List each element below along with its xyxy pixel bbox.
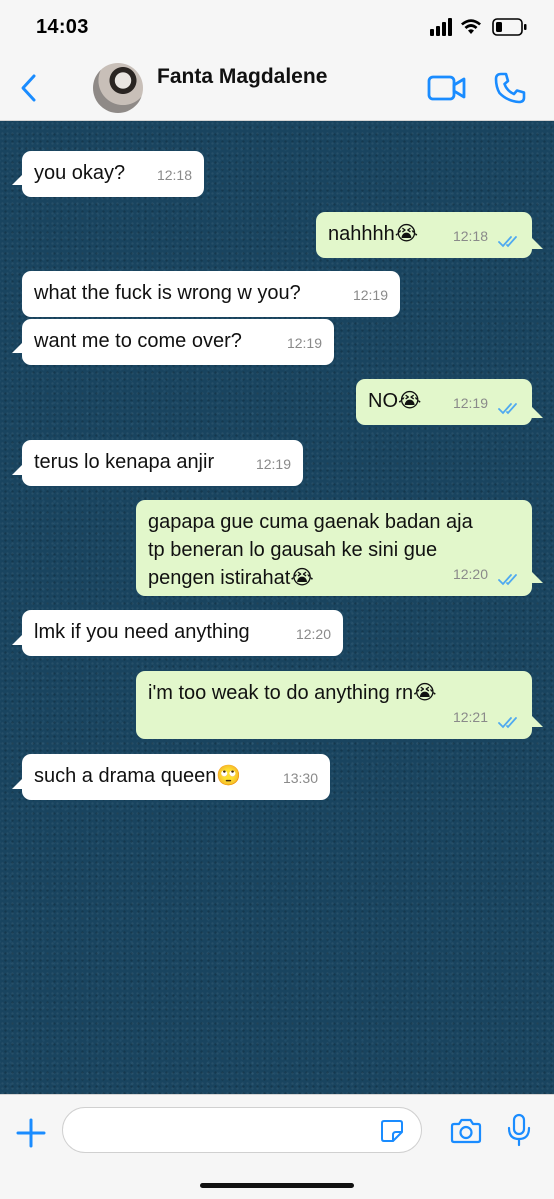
message-time: 12:18 [452,228,488,244]
wifi-icon [461,19,481,34]
message-time: 12:20 [452,566,488,582]
message-time: 12:21 [452,709,488,725]
chat-header: Fanta Magdalene [0,56,554,121]
message-text: terus lo kenapa anjir [34,451,215,473]
attach-button[interactable] [15,1117,47,1149]
message-time: 12:19 [255,456,291,472]
bubble-tail [531,406,543,418]
message-text: what the fuck is wrong w you? [34,282,301,304]
sticker-button[interactable] [380,1119,404,1143]
message-bubble[interactable]: i'm too weak to do anything rn😭 12:21 [136,671,532,739]
message-text: want me to come over? [34,330,242,352]
message-time: 12:19 [452,395,488,411]
bubble-tail [531,715,543,727]
message-bubble[interactable]: such a drama queen🙄 13:30 [22,754,330,800]
sticker-icon [381,1120,403,1142]
message-bubble[interactable]: nahhhh😭 12:18 [316,212,532,258]
voice-call-button[interactable] [493,71,527,105]
message-time: 12:19 [286,335,322,351]
camera-button[interactable] [450,1117,482,1145]
status-bar: 14:03 [0,0,554,56]
signal-icon [430,18,452,36]
home-indicator [200,1183,354,1188]
message-bubble[interactable]: what the fuck is wrong w you? 12:19 [22,271,400,317]
message-text: such a drama queen🙄 [34,765,242,787]
message-time: 13:30 [282,770,318,786]
message-bubble[interactable]: you okay? 12:18 [22,151,204,197]
microphone-button[interactable] [507,1113,531,1147]
message-text: nahhhh😭 [328,223,419,245]
camera-icon [450,1118,482,1144]
contact-name[interactable]: Fanta Magdalene [157,65,327,89]
message-time: 12:19 [352,287,388,303]
message-text: lmk if you need anything [34,621,250,643]
video-camera-icon [427,75,466,101]
double-check-icon [498,717,517,729]
status-time: 14:03 [36,16,89,38]
composer-bar [0,1094,554,1199]
microphone-icon [507,1113,531,1147]
double-check-icon [498,574,517,586]
video-call-button[interactable] [427,73,467,103]
message-bubble[interactable]: terus lo kenapa anjir 12:19 [22,440,303,486]
bubble-tail [531,237,543,249]
chevron-left-icon [21,74,36,102]
double-check-icon [498,236,517,248]
plus-icon [16,1118,46,1148]
message-bubble[interactable]: gapapa gue cuma gaenak badan aja tp bene… [136,500,532,596]
message-time: 12:18 [156,167,192,183]
message-time: 12:20 [295,626,331,642]
phone-icon [494,72,526,104]
bubble-tail [531,571,543,583]
battery-icon [492,18,527,36]
message-bubble[interactable]: want me to come over? 12:19 [22,319,334,365]
contact-avatar[interactable] [93,63,143,113]
double-check-icon [498,403,517,415]
message-input[interactable] [62,1107,422,1153]
back-button[interactable] [16,70,46,106]
message-bubble[interactable]: NO😭 12:19 [356,379,532,425]
chat-messages: you okay? 12:18 nahhhh😭 12:18 what the f… [0,121,554,1094]
message-bubble[interactable]: lmk if you need anything 12:20 [22,610,343,656]
